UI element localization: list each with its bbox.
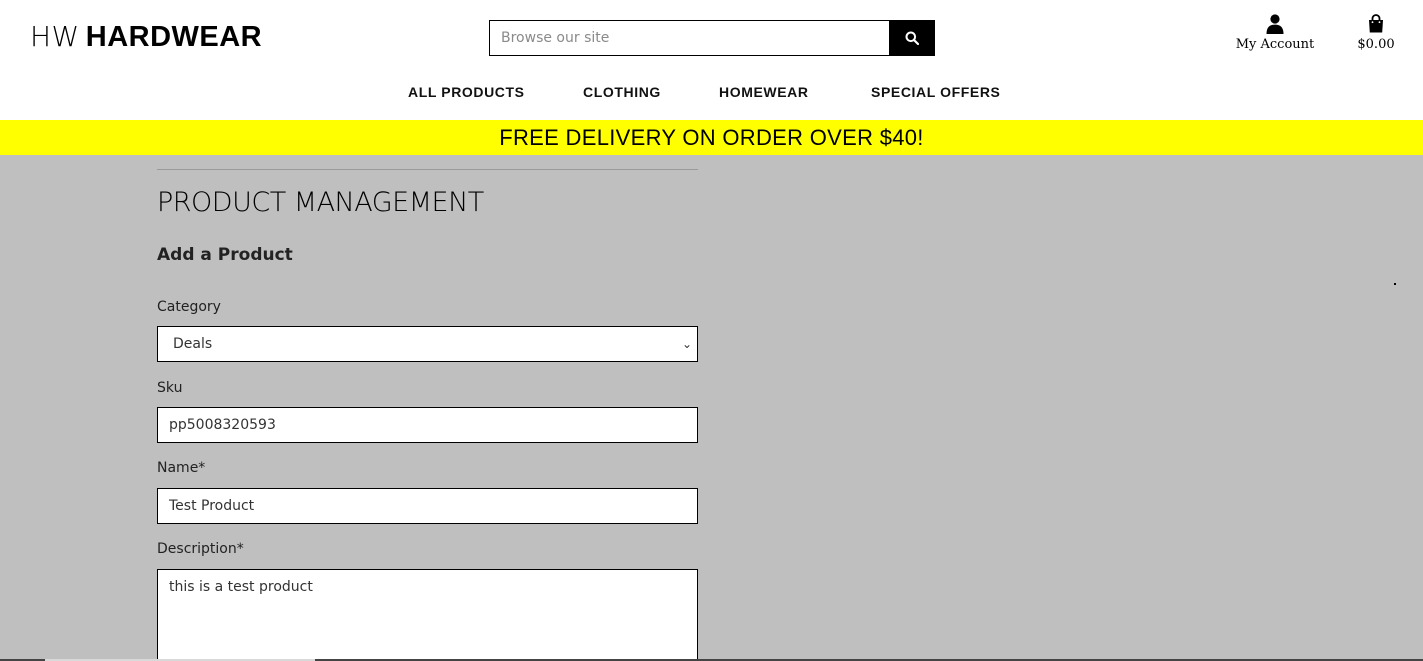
- category-select[interactable]: Deals ⌄: [157, 326, 698, 362]
- sku-label: Sku: [157, 380, 183, 396]
- page-title: PRODUCT MANAGEMENT: [157, 187, 484, 218]
- search-icon: [905, 31, 919, 45]
- search-form: [489, 20, 935, 56]
- description-textarea[interactable]: this is a test product: [157, 569, 698, 661]
- my-account-label: My Account: [1235, 37, 1315, 52]
- logo-wordmark: HARDWEAR: [85, 21, 263, 53]
- name-label: Name*: [157, 460, 206, 476]
- chevron-down-icon: ⌄: [681, 337, 692, 351]
- delivery-banner: FREE DELIVERY ON ORDER OVER $40!: [0, 120, 1423, 155]
- main-nav: ALL PRODUCTS CLOTHING HOMEWEAR SPECIAL O…: [0, 84, 1423, 104]
- section-divider: [157, 169, 698, 170]
- description-label: Description*: [157, 541, 244, 557]
- category-label: Category: [157, 299, 221, 315]
- site-logo[interactable]: HW HARDWEAR: [30, 20, 262, 54]
- shopping-bag-icon: [1369, 14, 1383, 33]
- nav-all-products[interactable]: ALL PRODUCTS: [408, 84, 525, 100]
- search-button[interactable]: [889, 20, 935, 56]
- nav-homewear[interactable]: HOMEWEAR: [719, 84, 809, 100]
- search-input[interactable]: [489, 20, 890, 56]
- site-header: HWHARDWEAR My Account $0.00 ALL PRODUCTS…: [0, 0, 1423, 120]
- sku-input[interactable]: pp5008320593: [157, 407, 698, 443]
- nav-special-offers[interactable]: SPECIAL OFFERS: [871, 84, 1001, 100]
- my-account-link[interactable]: My Account: [1230, 14, 1320, 52]
- name-input[interactable]: Test Product: [157, 488, 698, 524]
- nav-clothing[interactable]: CLOTHING: [583, 84, 661, 100]
- cart-total: $0.00: [1357, 37, 1395, 52]
- user-icon: [1266, 14, 1284, 34]
- logo-initials: HW: [30, 20, 80, 53]
- category-selected-value: Deals: [173, 336, 213, 352]
- shopping-bag-link[interactable]: $0.00: [1348, 14, 1404, 52]
- stray-dot: [1394, 283, 1396, 285]
- page-subtitle: Add a Product: [157, 245, 293, 265]
